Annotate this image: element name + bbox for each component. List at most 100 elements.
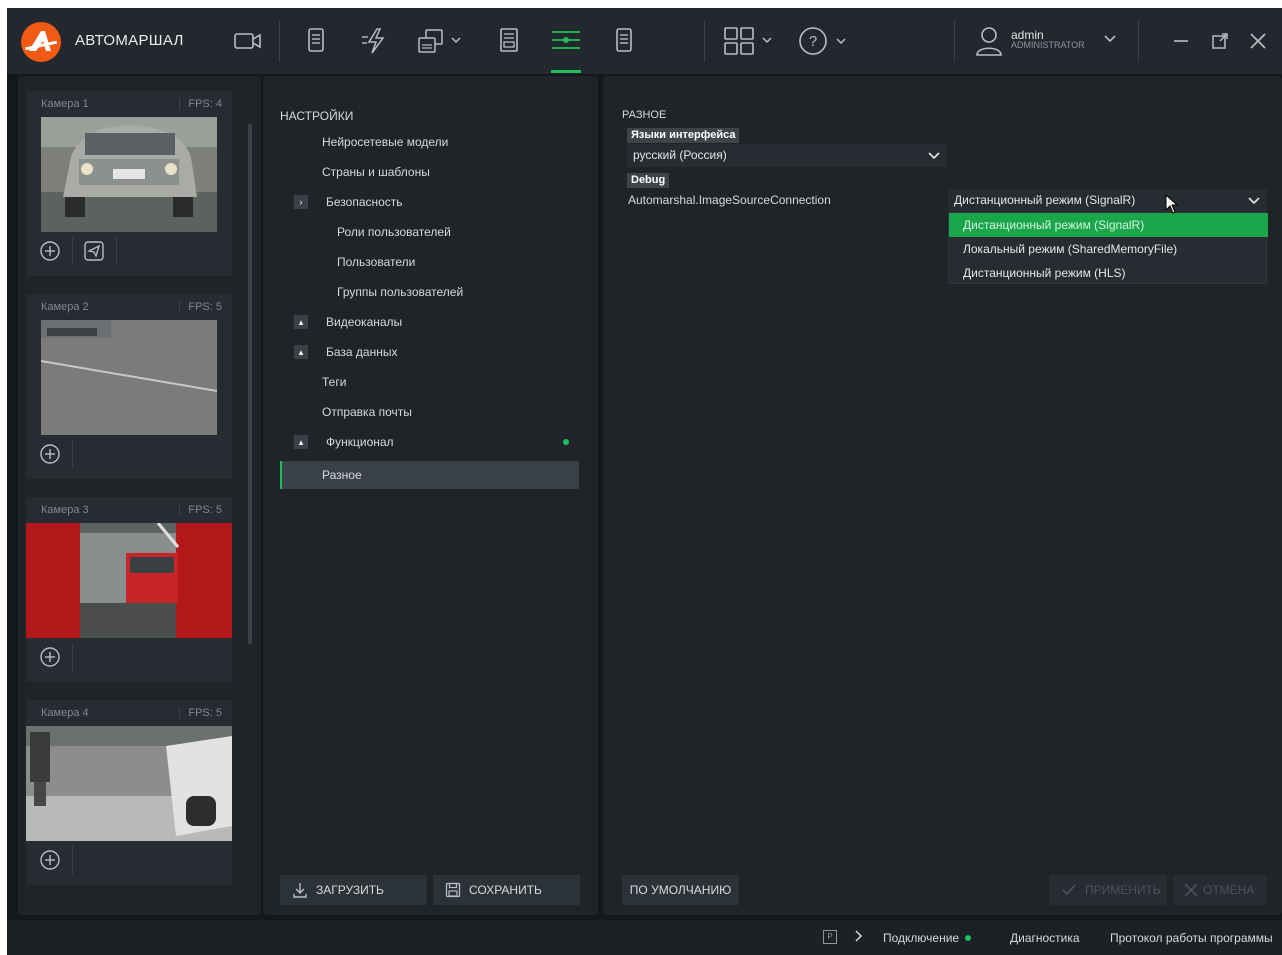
active-tab-indicator [551, 70, 581, 73]
connection-dot [965, 935, 971, 941]
protocol-link[interactable]: Протокол работы программы [1110, 931, 1273, 945]
divider [72, 643, 73, 671]
camera-fps: FPS: 5 [179, 707, 222, 719]
collapse-icon[interactable]: ▴ [294, 435, 308, 449]
add-circle-icon[interactable] [38, 442, 62, 466]
chevron-right-icon[interactable] [853, 929, 863, 946]
load-label: ЗАГРУЗИТЬ [316, 883, 384, 897]
nav-item-users[interactable]: Пользователи [280, 248, 579, 276]
save-icon [445, 882, 461, 898]
nav-item-videochannels[interactable]: ▴ Видеоканалы [280, 308, 579, 336]
dropdown-option[interactable]: Дистанционный режим (SignalR) [949, 213, 1268, 237]
cancel-button[interactable]: ОТМЕНА [1173, 875, 1267, 905]
svg-text:?: ? [809, 33, 817, 50]
nav-item-label: Отправка почты [322, 405, 412, 419]
language-label: Языки интерфейса [627, 128, 740, 143]
nav-item-mail[interactable]: Отправка почты [280, 398, 579, 426]
camera-scrollbar[interactable] [248, 124, 252, 644]
save-button[interactable]: СОХРАНИТЬ [433, 875, 580, 905]
nav-item-label: Разное [322, 468, 362, 482]
expand-icon[interactable]: › [294, 195, 308, 209]
user-role: ADMINISTRATOR [1011, 40, 1085, 50]
language-select[interactable]: русский (Россия) [627, 144, 947, 167]
debug-label: Debug [627, 173, 670, 188]
collapse-icon[interactable]: ▴ [294, 315, 308, 329]
camera-tile[interactable]: Камера 2 FPS: 5 [26, 294, 232, 479]
nav-item-misc[interactable]: Разное [280, 461, 579, 489]
camera-preview [41, 117, 217, 232]
report-icon[interactable] [495, 24, 523, 58]
default-label: ПО УМОЛЧАНИЮ [629, 883, 732, 897]
camera-actions [26, 233, 232, 269]
nav-item-label: Роли пользователей [337, 225, 451, 239]
layout-grid-icon[interactable] [415, 24, 465, 58]
setting-label: Automarshal.ImageSourceConnection [628, 193, 831, 207]
popout-icon[interactable] [1210, 24, 1230, 58]
minimize-icon[interactable] [1171, 24, 1191, 58]
camera-fps: FPS: 5 [179, 301, 222, 313]
camera-tile[interactable]: Камера 3 FPS: 5 [26, 497, 232, 682]
grid-view-icon[interactable] [723, 24, 775, 58]
nav-item-security[interactable]: › Безопасность [280, 188, 579, 216]
settings-sliders-icon[interactable] [551, 24, 581, 58]
nav-item-neural-models[interactable]: Нейросетевые модели [280, 128, 579, 156]
camera-preview [26, 726, 232, 841]
settings-nav: НАСТРОЙКИ Нейросетевые модели Страны и ш… [263, 76, 598, 915]
document-icon[interactable] [303, 24, 329, 58]
camera-title: Камера 2 [41, 301, 89, 313]
help-icon[interactable]: ? [797, 24, 851, 58]
divider [72, 237, 73, 265]
divider [116, 237, 117, 265]
nav-item-functional[interactable]: ▴ Функционал [280, 428, 579, 456]
load-button[interactable]: ЗАГРУЗИТЬ [280, 875, 427, 905]
close-icon [1183, 882, 1199, 898]
image-source-select[interactable]: Дистанционный режим (SignalR) [948, 189, 1267, 212]
add-circle-icon[interactable] [38, 239, 62, 263]
collapse-icon[interactable]: ▴ [294, 345, 308, 359]
nav-item-user-groups[interactable]: Группы пользователей [280, 278, 579, 306]
divider [72, 440, 73, 468]
camera-tile[interactable]: Камера 4 FPS: 5 [26, 700, 232, 885]
camera-title: Камера 4 [41, 707, 89, 719]
clipboard-icon[interactable] [611, 24, 637, 58]
add-circle-icon[interactable] [38, 848, 62, 872]
image-source-dropdown: Дистанционный режим (SignalR) Локальный … [948, 212, 1268, 285]
add-circle-icon[interactable] [38, 645, 62, 669]
toolbar-divider [954, 20, 955, 62]
nav-item-user-roles[interactable]: Роли пользователей [280, 218, 579, 246]
default-button[interactable]: ПО УМОЛЧАНИЮ [622, 875, 739, 905]
lightning-icon[interactable] [359, 24, 391, 58]
toolbar-divider [279, 20, 280, 62]
camera-panel: Камера 1 FPS: 4 Камера 2 FPS: 5 Камера 3… [18, 76, 261, 915]
save-label: СОХРАНИТЬ [469, 883, 542, 897]
nav-item-tags[interactable]: Теги [280, 368, 579, 396]
dropdown-option[interactable]: Дистанционный режим (HLS) [949, 261, 1268, 285]
camera-fps: FPS: 5 [179, 504, 222, 516]
nav-item-countries[interactable]: Страны и шаблоны [280, 158, 579, 186]
nav-item-label: Группы пользователей [337, 285, 464, 299]
app-window: АВТОМАРШАЛ ? admin ADMINISTRATOR Камера … [7, 8, 1282, 955]
settings-header: НАСТРОЙКИ [280, 109, 354, 123]
camera-icon[interactable] [231, 24, 265, 58]
camera-preview [41, 320, 217, 435]
check-icon [1061, 882, 1077, 898]
close-icon[interactable] [1247, 24, 1269, 58]
nav-item-label: Пользователи [337, 255, 416, 269]
dropdown-option[interactable]: Локальный режим (SharedMemoryFile) [949, 237, 1268, 261]
p-icon[interactable]: P [823, 930, 837, 944]
nav-item-label: Видеоканалы [326, 315, 403, 329]
diagnostics-link[interactable]: Диагностика [1010, 931, 1080, 945]
mouse-cursor-icon [1165, 193, 1179, 217]
camera-title: Камера 3 [41, 504, 89, 516]
send-icon[interactable] [82, 239, 106, 263]
chevron-down-icon [927, 144, 941, 175]
nav-item-label: Теги [322, 375, 347, 389]
divider [72, 846, 73, 874]
nav-item-label: База данных [326, 345, 398, 359]
image-source-value: Дистанционный режим (SignalR) [954, 193, 1136, 207]
camera-tile[interactable]: Камера 1 FPS: 4 [26, 91, 232, 276]
nav-item-database[interactable]: ▴ База данных [280, 338, 579, 366]
connection-status[interactable]: Подключение [883, 931, 959, 945]
top-toolbar: АВТОМАРШАЛ ? admin ADMINISTRATOR [7, 8, 1282, 74]
apply-button[interactable]: ПРИМЕНИТЬ [1049, 875, 1167, 905]
